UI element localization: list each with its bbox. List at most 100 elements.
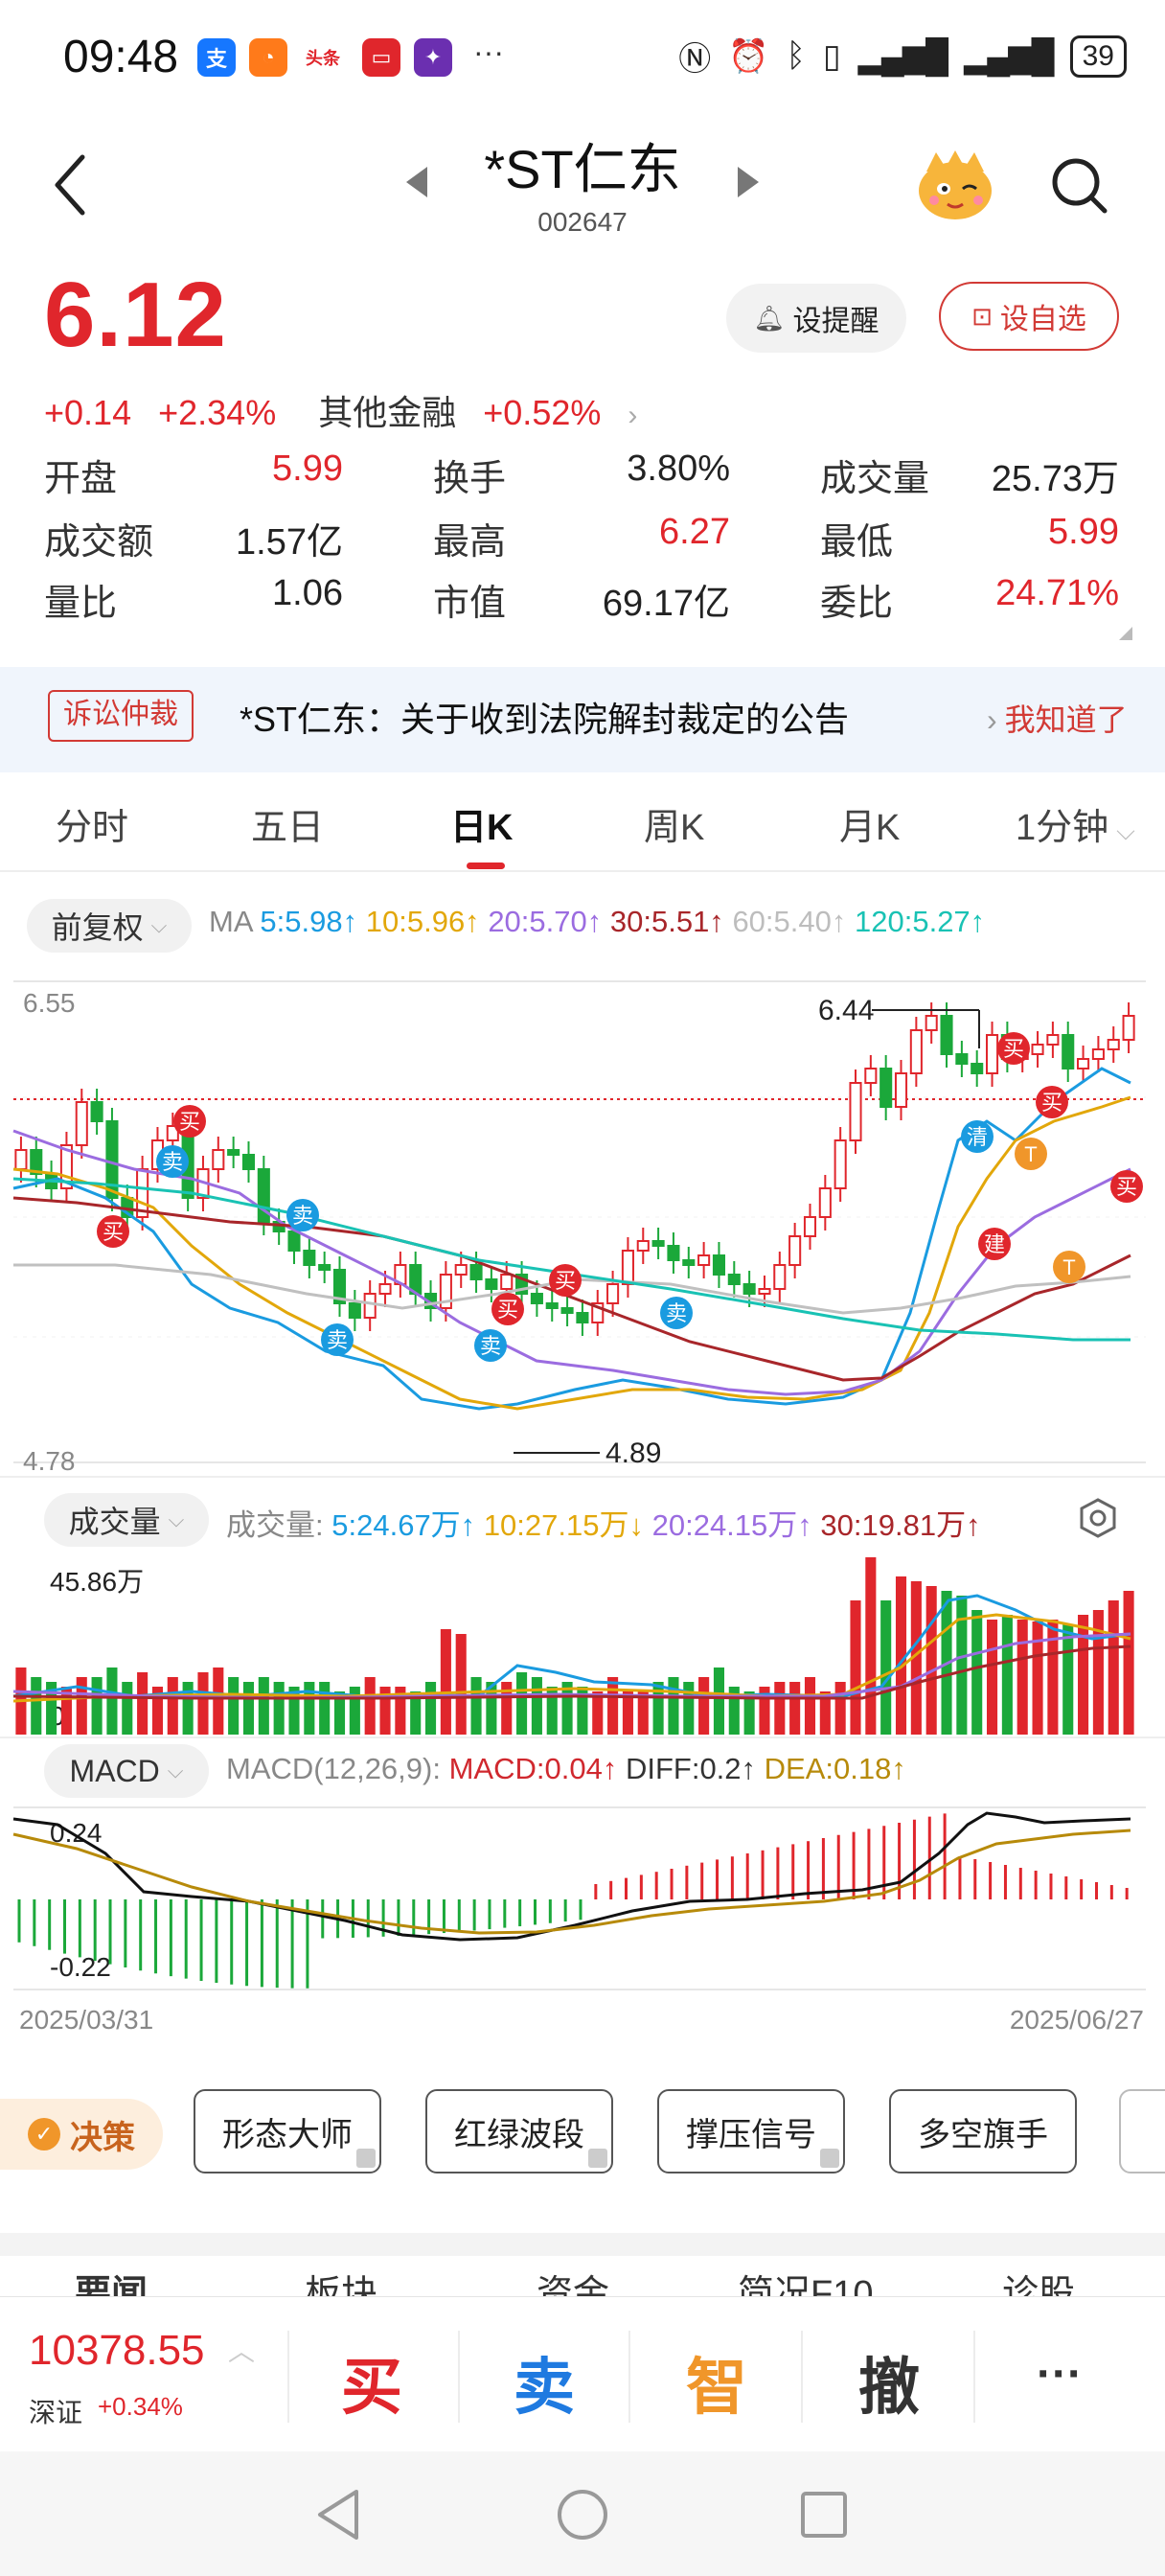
candle — [1107, 1039, 1120, 1050]
candle — [560, 1307, 574, 1314]
tab-fund[interactable]: 资金 — [537, 2264, 609, 2298]
status-icons: Ⓝ ⏰ ᛒ ▯ ▂▄▆█ ▂▄▆█ 39 — [678, 33, 1127, 80]
volume-bar — [774, 1682, 786, 1735]
tool-label: 红绿波段 — [454, 2116, 584, 2153]
tab-sector[interactable]: 板块 — [305, 2264, 377, 2298]
tab-news[interactable]: 要闻 — [75, 2264, 148, 2298]
volume-bar — [834, 1682, 846, 1735]
decision-label: 决策 — [70, 2119, 135, 2156]
tab-one-minute[interactable]: 1分钟 ⌵ — [1016, 797, 1135, 850]
tab-five-day[interactable]: 五日 — [251, 797, 324, 850]
volume-bar — [1078, 1615, 1089, 1735]
stat-label: 最高 — [433, 522, 507, 563]
volume-bar — [850, 1600, 861, 1735]
high-mark-label: 6.44 — [818, 995, 874, 1026]
signal-badge-label: 卖 — [292, 1204, 313, 1228]
volume-bar — [1123, 1591, 1134, 1735]
adjust-label: 前复权 — [51, 910, 144, 945]
candle — [818, 1187, 832, 1218]
expand-icon[interactable] — [1119, 627, 1132, 640]
stat-label: 量比 — [44, 584, 118, 624]
nav-back-icon[interactable] — [312, 2486, 364, 2543]
tab-diagnosis[interactable]: 诊股 — [1002, 2264, 1075, 2298]
divider — [0, 1476, 1165, 1478]
stat-value: 5.99 — [1048, 512, 1119, 552]
volume-bar — [364, 1677, 376, 1735]
add-favorite-label: 设自选 — [999, 304, 1086, 335]
stat-value: 3.80% — [627, 448, 730, 489]
tool-bull-bear-flag[interactable]: 多空旗手 — [889, 2089, 1077, 2174]
more-button[interactable]: ··· — [1037, 2348, 1083, 2401]
notice-ack-button[interactable]: › 我知道了 — [987, 696, 1128, 740]
volume-bar — [182, 1682, 194, 1735]
volume-prefix: 成交量: — [226, 1508, 324, 1542]
volume-dropdown[interactable]: 成交量 ⌵ — [44, 1493, 209, 1547]
smart-button[interactable]: 智 — [686, 2338, 747, 2426]
candle — [378, 1283, 392, 1295]
volume-axis-top: 45.86万 — [50, 1567, 144, 1597]
candle — [469, 1264, 483, 1280]
sector-link[interactable]: 其他金融 +0.52% › — [318, 393, 654, 432]
candle — [90, 1101, 103, 1122]
macd-legend: MACD(12,26,9): MACD:0.04↑ DIFF:0.2↑ DEA:… — [226, 1752, 906, 1786]
chevron-right-icon: › — [628, 400, 638, 431]
tab-monthly-k[interactable]: 月K — [839, 797, 900, 850]
tab-weekly-k[interactable]: 周K — [644, 797, 704, 850]
tool-red-green-band[interactable]: 红绿波段 — [425, 2089, 613, 2174]
signal-badge-label: 买 — [1041, 1091, 1062, 1115]
buy-button[interactable]: 买 — [341, 2338, 402, 2426]
sector-pct: +0.52% — [483, 393, 602, 432]
tab-f10[interactable]: 简况F10 — [738, 2264, 873, 2298]
cancel-order-button[interactable]: 撤 — [858, 2338, 920, 2426]
macd-chart: 0.24 -0.22 — [12, 1806, 1146, 1990]
candle — [849, 1082, 862, 1141]
tab-daily-k[interactable]: 日K — [450, 797, 513, 850]
mascot-icon[interactable] — [915, 149, 995, 221]
candle — [241, 1154, 256, 1170]
volume-legend: 成交量: 5:24.67万↑ 10:27.15万↓ 20:24.15万↑ 30:… — [226, 1501, 981, 1544]
candle — [788, 1235, 802, 1266]
adjust-dropdown[interactable]: 前复权 ⌵ — [27, 899, 192, 953]
sell-button[interactable]: 卖 — [514, 2338, 575, 2426]
stat-label: 市值 — [433, 584, 507, 624]
volume-bar — [865, 1557, 877, 1735]
tab-intraday[interactable]: 分时 — [56, 797, 128, 850]
candle — [682, 1259, 696, 1266]
volume-bar — [122, 1682, 133, 1735]
next-stock-icon[interactable] — [738, 167, 759, 197]
index-value[interactable]: 10378.55 — [29, 2327, 205, 2375]
candle — [576, 1312, 589, 1323]
candle — [636, 1240, 650, 1252]
nav-recents-icon[interactable] — [799, 2490, 849, 2540]
search-icon[interactable] — [1049, 155, 1110, 217]
chevron-up-icon[interactable]: ︿ — [228, 2331, 255, 2369]
macd-value: MACD:0.04↑ — [448, 1752, 618, 1785]
macd-dropdown[interactable]: MACD ⌵ — [44, 1744, 209, 1798]
volume-bar — [319, 1682, 331, 1735]
candle — [606, 1283, 620, 1304]
nav-home-icon[interactable] — [556, 2488, 609, 2542]
sector-name: 其他金融 — [318, 393, 457, 432]
volume-chart: 45.86万 0 — [12, 1557, 1134, 1735]
toutiao-icon: 头条 — [301, 38, 345, 77]
stat-value: 69.17亿 — [602, 584, 730, 624]
add-favorite-button[interactable]: ⊡ 设自选 — [939, 282, 1119, 351]
notice-ack-label: 我知道了 — [1004, 702, 1128, 737]
tool-support-signal[interactable]: 撑压信号 — [657, 2089, 845, 2174]
tool-more-partial[interactable] — [1119, 2089, 1165, 2174]
kline-chart[interactable]: 6.55 4.78 6.44 4.89 买卖买卖卖 卖买买卖买买清T建T买 — [0, 978, 1165, 1476]
candle — [955, 1053, 969, 1065]
prev-stock-icon[interactable] — [406, 167, 427, 197]
divider — [973, 2331, 975, 2423]
signal-badge-label: 买 — [179, 1110, 200, 1134]
settings-icon[interactable] — [1077, 1497, 1119, 1539]
candle — [940, 1015, 953, 1055]
signal-badge-label: 卖 — [666, 1301, 687, 1325]
signal-badge-label: 买 — [1003, 1037, 1024, 1061]
tool-pattern-master[interactable]: 形态大师 — [194, 2089, 381, 2174]
notice-text[interactable]: *ST仁东：关于收到法院解封裁定的公告 — [240, 692, 849, 742]
divider — [801, 2331, 803, 2423]
decision-button[interactable]: ✓ 决策 — [0, 2099, 163, 2170]
vol10-value: 10:27.15万↓ — [483, 1508, 644, 1542]
set-alert-button[interactable]: 🔔︎ 设提醒 — [726, 284, 906, 353]
